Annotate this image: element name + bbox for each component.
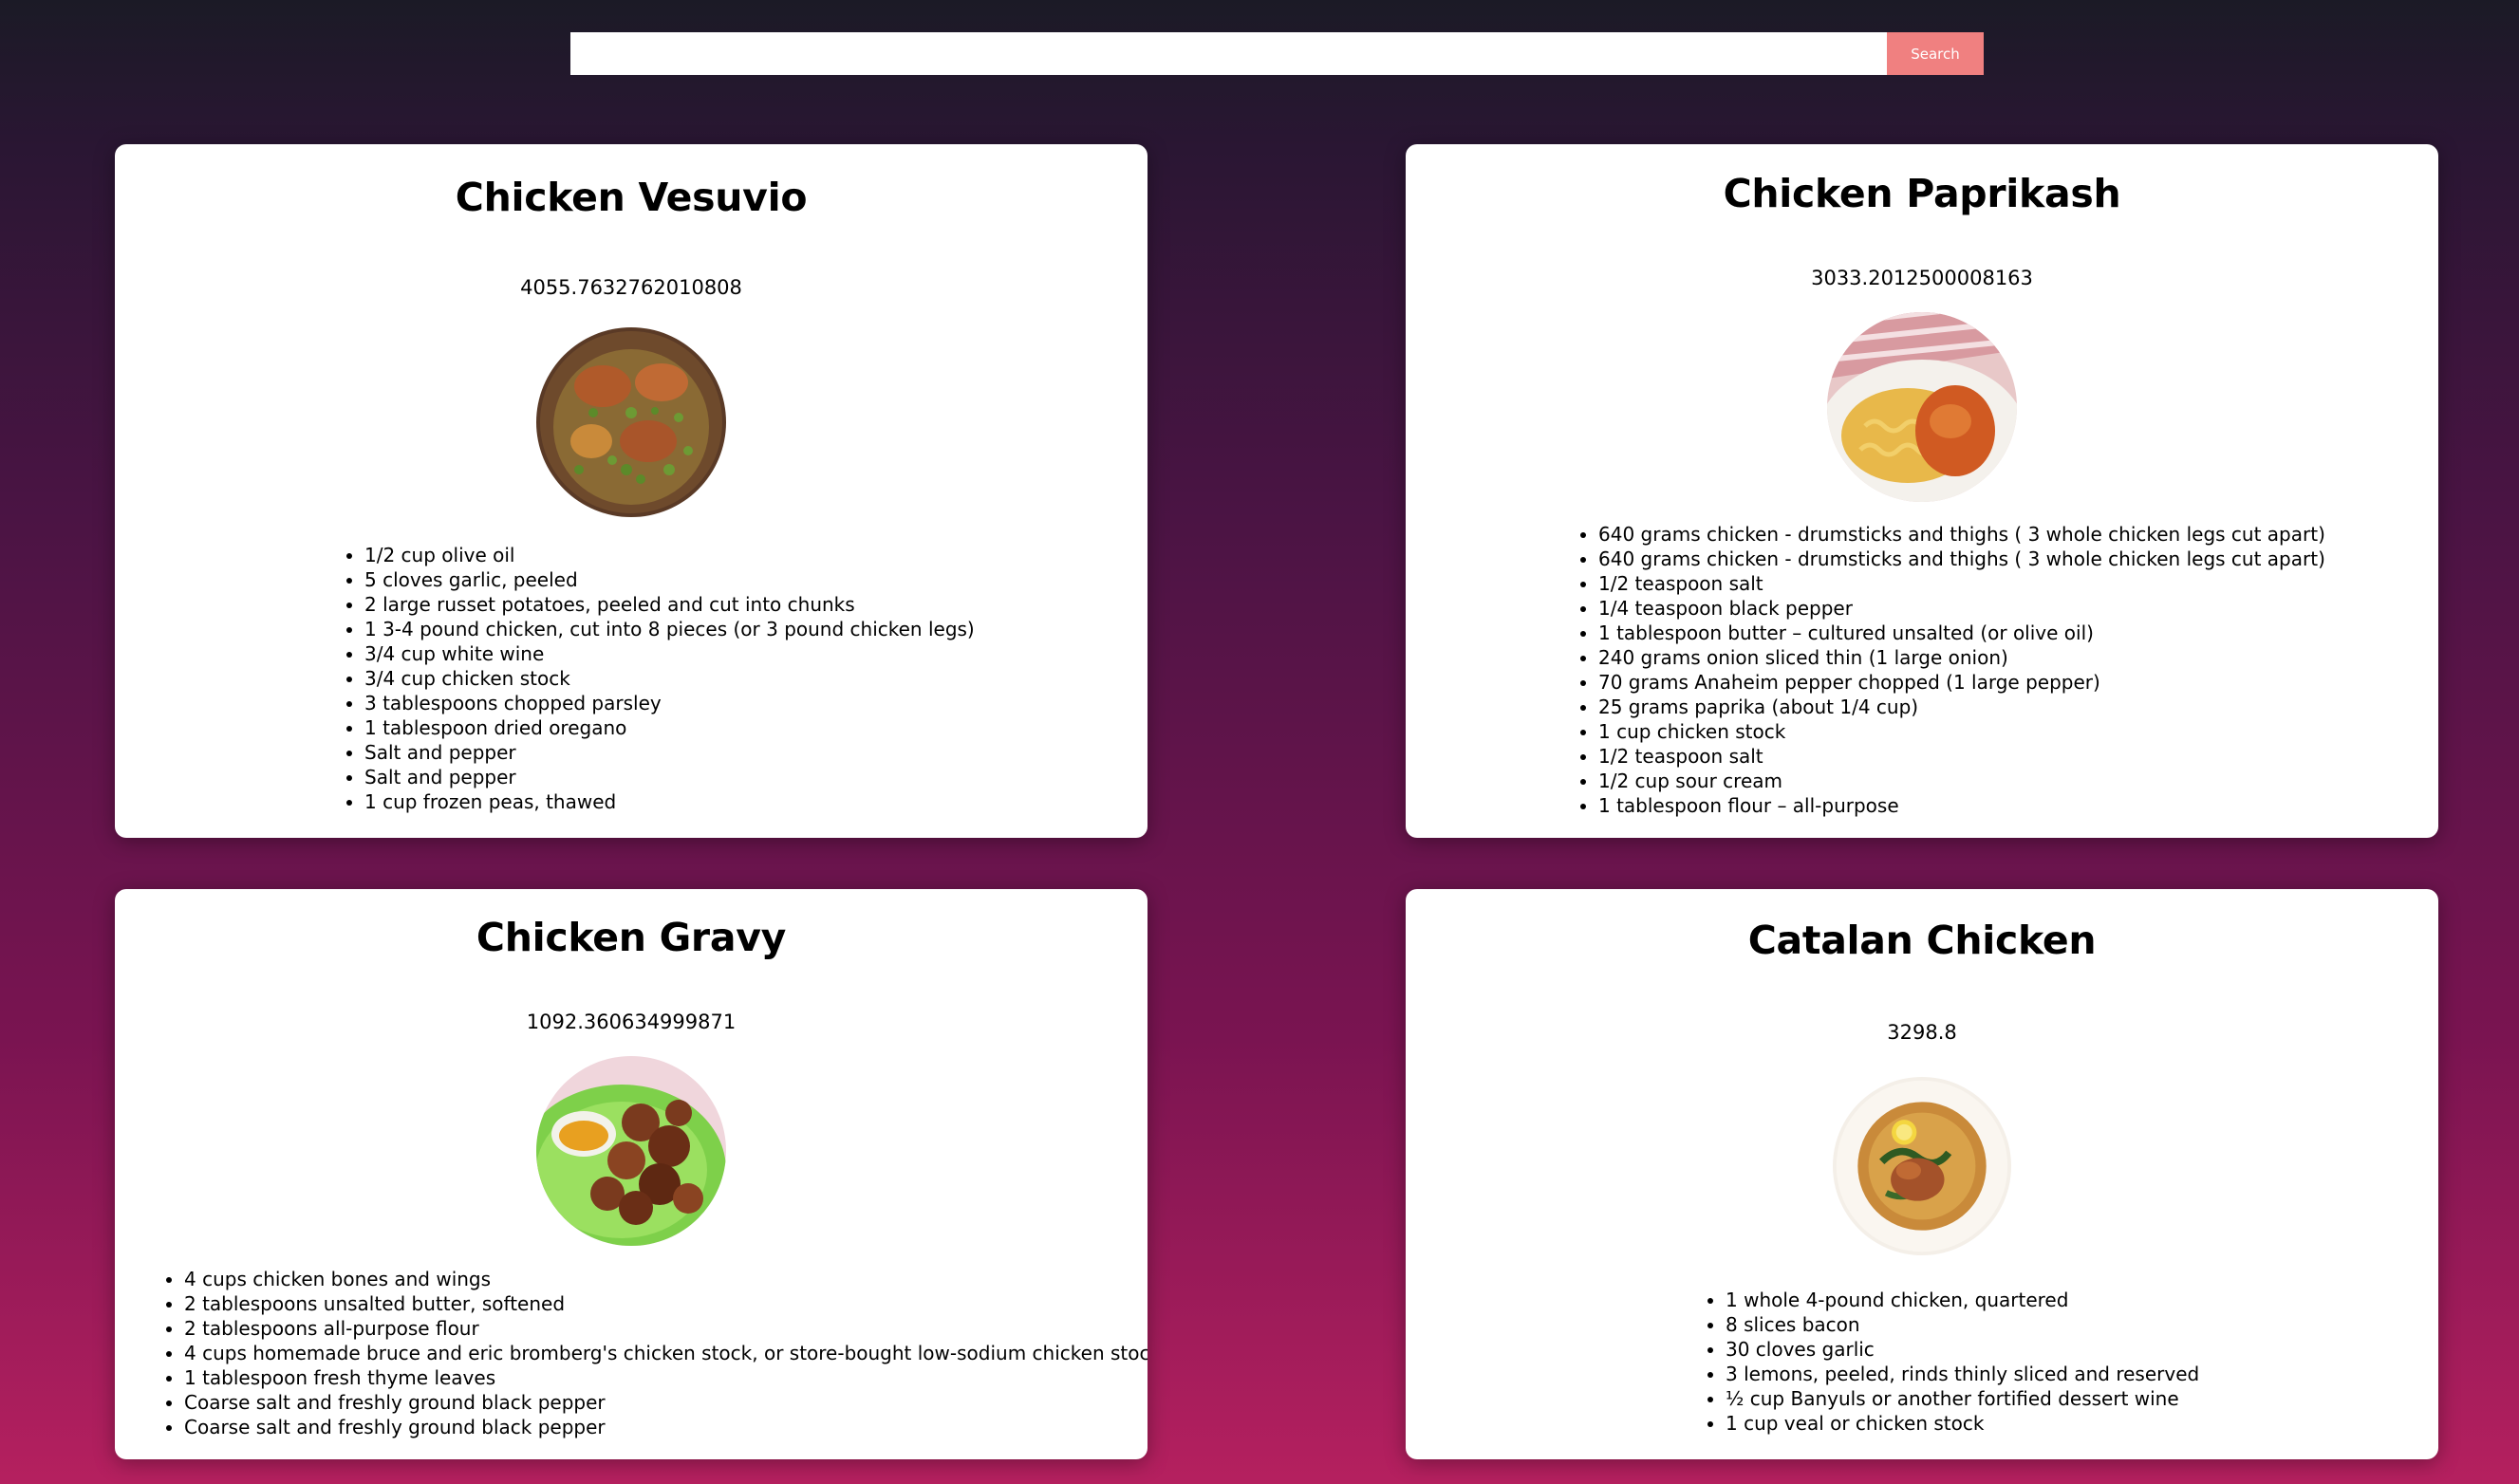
ingredient-item: 3 lemons, peeled, rinds thinly sliced an… (1726, 1362, 2199, 1386)
ingredient-item: 1 3-4 pound chicken, cut into 8 pieces (… (364, 617, 975, 641)
recipe-photo (536, 327, 726, 517)
ingredient-item: 3/4 cup chicken stock (364, 666, 975, 691)
recipe-card: Chicken Gravy 1092.360634999871 4 cups c… (115, 889, 1148, 1459)
ingredient-item: 3/4 cup white wine (364, 641, 975, 666)
ingredient-item: 5 cloves garlic, peeled (364, 567, 975, 592)
ingredient-list: 4 cups chicken bones and wings 2 tablesp… (159, 1267, 1148, 1439)
ingredient-item: Coarse salt and freshly ground black pep… (184, 1390, 1148, 1415)
recipe-card: Chicken Vesuvio 4055.7632762010808 1/2 c… (115, 144, 1148, 838)
ingredient-item: 2 tablespoons all-purpose flour (184, 1316, 1148, 1341)
ingredient-item: 8 slices bacon (1726, 1312, 2199, 1337)
recipe-photo (1833, 1077, 2011, 1255)
ingredient-item: 1 tablespoon flour – all-purpose (1598, 793, 2325, 818)
ingredient-item: 1 tablespoon fresh thyme leaves (184, 1365, 1148, 1390)
chicken-vesuvio-photo (536, 327, 726, 517)
ingredient-list: 1/2 cup olive oil 5 cloves garlic, peele… (340, 543, 975, 814)
recipe-card: Chicken Paprikash 3033.2012500008163 640… (1406, 144, 2438, 838)
ingredient-item: 3 tablespoons chopped parsley (364, 691, 975, 715)
ingredient-item: 2 tablespoons unsalted butter, softened (184, 1291, 1148, 1316)
ingredient-list: 640 grams chicken - drumsticks and thigh… (1574, 522, 2325, 818)
ingredient-item: 1/2 cup olive oil (364, 543, 975, 567)
ingredient-item: 70 grams Anaheim pepper chopped (1 large… (1598, 670, 2325, 695)
ingredient-list: 1 whole 4-pound chicken, quartered 8 sli… (1701, 1288, 2199, 1436)
ingredient-item: ½ cup Banyuls or another fortified desse… (1726, 1386, 2199, 1411)
recipe-value: 1092.360634999871 (526, 1011, 737, 1033)
recipe-photo (1827, 312, 2017, 502)
ingredient-item: 1/4 teaspoon black pepper (1598, 596, 2325, 621)
recipe-title: Chicken Gravy (476, 915, 787, 960)
ingredient-item: 1 tablespoon dried oregano (364, 715, 975, 740)
ingredient-item: 240 grams onion sliced thin (1 large oni… (1598, 645, 2325, 670)
ingredient-item: 1/2 teaspoon salt (1598, 571, 2325, 596)
ingredient-item: 640 grams chicken - drumsticks and thigh… (1598, 547, 2325, 571)
search-input[interactable] (570, 32, 1887, 75)
ingredient-item: 1 cup chicken stock (1598, 719, 2325, 744)
recipe-title: Catalan Chicken (1747, 918, 2097, 963)
search-button[interactable]: Search (1887, 32, 1984, 75)
ingredient-item: 1 whole 4-pound chicken, quartered (1726, 1288, 2199, 1312)
recipe-value: 3298.8 (1887, 1021, 1957, 1044)
recipe-title: Chicken Vesuvio (455, 175, 808, 220)
recipe-value: 4055.7632762010808 (520, 276, 742, 299)
ingredient-item: 4 cups chicken bones and wings (184, 1267, 1148, 1291)
ingredient-item: 1/2 cup sour cream (1598, 769, 2325, 793)
ingredient-item: Salt and pepper (364, 740, 975, 765)
ingredient-item: 25 grams paprika (about 1/4 cup) (1598, 695, 2325, 719)
ingredient-item: 640 grams chicken - drumsticks and thigh… (1598, 522, 2325, 547)
ingredient-item: 1 tablespoon butter – cultured unsalted … (1598, 621, 2325, 645)
ingredient-item: 4 cups homemade bruce and eric bromberg'… (184, 1341, 1148, 1365)
ingredient-item: Salt and pepper (364, 765, 975, 789)
recipe-value: 3033.2012500008163 (1811, 267, 2033, 289)
recipe-card: Catalan Chicken 3298.8 1 whole 4-pound c… (1406, 889, 2438, 1459)
ingredient-item: 1 cup veal or chicken stock (1726, 1411, 2199, 1436)
ingredient-item: 1/2 teaspoon salt (1598, 744, 2325, 769)
ingredient-item: 2 large russet potatoes, peeled and cut … (364, 592, 975, 617)
ingredient-item: 30 cloves garlic (1726, 1337, 2199, 1362)
ingredient-item: Coarse salt and freshly ground black pep… (184, 1415, 1148, 1439)
chicken-paprikash-photo (1827, 312, 2017, 502)
recipe-photo (536, 1056, 726, 1246)
chicken-gravy-photo (536, 1056, 726, 1246)
catalan-chicken-photo (1833, 1077, 2011, 1255)
search-bar: Search (570, 32, 1984, 75)
ingredient-item: 1 cup frozen peas, thawed (364, 789, 975, 814)
recipe-title: Chicken Paprikash (1723, 171, 2121, 216)
